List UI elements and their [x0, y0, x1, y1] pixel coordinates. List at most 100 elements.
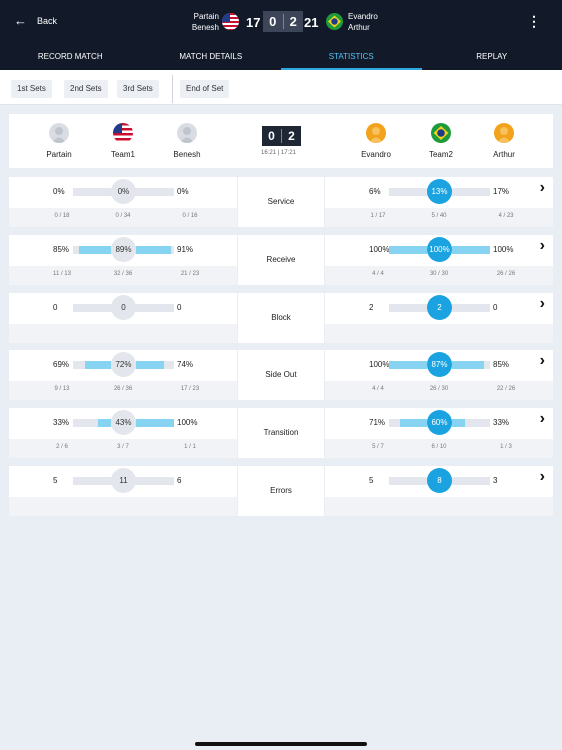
player2-fraction: 21 / 23 — [180, 271, 200, 277]
team-card-team2[interactable]: Team2 — [411, 114, 471, 159]
player2-value: 91% — [177, 245, 194, 254]
summary-set-score: 0 2 — [262, 126, 301, 146]
player-card-partain[interactable]: Partain — [29, 114, 89, 159]
team2-player-1: Evandro — [348, 12, 378, 21]
player1-bar — [389, 246, 427, 254]
player1-value: 100% — [369, 245, 390, 254]
team1-player-2: Benesh — [191, 23, 219, 32]
comparison-bar: 100% — [389, 237, 490, 262]
player1-fraction: 1 / 17 — [370, 213, 386, 219]
player2-value: 0 — [493, 303, 498, 312]
tab-record-match[interactable]: RECORD MATCH — [0, 45, 141, 70]
t1-stats: 33% 43% 100% 2 / 6 3 / 7 1 / 1 — [9, 408, 237, 458]
back-button[interactable]: ← Back — [14, 14, 57, 27]
person-avatar-icon — [177, 123, 197, 143]
filter-3rd-sets[interactable]: 3rd Sets — [117, 80, 159, 98]
player2-value: 6 — [177, 476, 182, 485]
player2-bar — [136, 361, 164, 369]
stat-row-receive[interactable]: 85% 89% 91% 11 / 13 32 / 36 21 / 23 Receive 100… — [9, 235, 553, 285]
tab-replay[interactable]: REPLAY — [422, 45, 562, 70]
stat-label: Receive — [238, 235, 324, 285]
stat-row-errors[interactable]: 5 11 6 Errors 5 8 3 › — [9, 466, 553, 516]
team-value: 72% — [111, 352, 136, 377]
player1-bar — [85, 361, 111, 369]
fraction-row — [325, 497, 553, 516]
player2-value: 100% — [493, 245, 514, 254]
t2-stats: 100% 100% 100% 4 / 4 30 / 30 26 / 26 › — [325, 235, 553, 285]
set-filter-bar: 1st Sets 2nd Sets 3rd Sets End of Set — [0, 70, 562, 105]
player2-fraction: 0 / 16 — [182, 213, 198, 219]
t1-stats: 0 0 0 — [9, 293, 237, 343]
stat-row-block[interactable]: 0 0 0 Block 2 2 0 › — [9, 293, 553, 343]
team-value: 0% — [111, 179, 136, 204]
team-fraction: 26 / 30 — [429, 386, 449, 392]
chevron-right-icon[interactable]: › — [540, 179, 545, 197]
player1-fraction: 5 / 7 — [372, 444, 384, 450]
filter-2nd-sets[interactable]: 2nd Sets — [64, 80, 108, 98]
fraction-row — [9, 324, 237, 343]
chevron-right-icon[interactable]: › — [540, 410, 545, 428]
comparison-bar: 43% — [73, 410, 174, 435]
usa-flag-icon — [222, 13, 239, 30]
team-fraction: 32 / 36 — [113, 271, 133, 277]
stat-row-transition[interactable]: 33% 43% 100% 2 / 6 3 / 7 1 / 1 Transition 71% 60… — [9, 408, 553, 458]
player2-fraction: 22 / 26 — [496, 386, 516, 392]
team-value: 89% — [111, 237, 136, 262]
t2-stats: 2 2 0 › — [325, 293, 553, 343]
brazil-flag-icon — [431, 123, 451, 143]
team-card-team1[interactable]: Team1 — [93, 114, 153, 159]
tab-match-details[interactable]: MATCH DETAILS — [141, 45, 282, 70]
player2-fraction: 4 / 23 — [498, 213, 514, 219]
chevron-right-icon[interactable]: › — [540, 237, 545, 255]
chevron-right-icon[interactable]: › — [540, 295, 545, 313]
team-fraction: 30 / 30 — [429, 271, 449, 277]
filter-end-of-set[interactable]: End of Set — [180, 80, 230, 98]
more-options-icon[interactable]: ⋮ — [527, 14, 541, 28]
player-card-arthur[interactable]: Arthur — [474, 114, 534, 159]
fraction-row — [325, 324, 553, 343]
team-fraction: 3 / 7 — [117, 444, 129, 450]
team-value: 11 — [111, 468, 136, 493]
comparison-bar: 87% — [389, 352, 490, 377]
player1-bar — [400, 419, 427, 427]
stat-label: Side Out — [238, 350, 324, 400]
player1-value: 71% — [369, 418, 386, 427]
player-name: Evandro — [361, 150, 391, 159]
player2-value: 3 — [493, 476, 498, 485]
team1-player-1: Partain — [193, 12, 219, 21]
player1-bar — [98, 419, 111, 427]
chevron-right-icon[interactable]: › — [540, 468, 545, 486]
stat-row-side-out[interactable]: 69% 72% 74% 9 / 13 26 / 36 17 / 23 Side Out 100… — [9, 350, 553, 400]
team1-sets: 0 — [269, 14, 277, 29]
usa-flag-icon — [113, 123, 133, 143]
player-card-evandro[interactable]: Evandro — [346, 114, 406, 159]
player2-value: 85% — [493, 360, 510, 369]
player-card-benesh[interactable]: Benesh — [157, 114, 217, 159]
player1-value: 100% — [369, 360, 390, 369]
filter-1st-sets[interactable]: 1st Sets — [11, 80, 52, 98]
player-name: Partain — [46, 150, 72, 159]
player1-value: 5 — [369, 476, 374, 485]
stat-row-service[interactable]: 0% 0% 0% 0 / 18 0 / 34 0 / 16 Service 6% 13% 17% 1… — [9, 177, 553, 227]
team2-score: 21 — [304, 15, 319, 30]
set-times: 16:21 | 17:21 — [261, 150, 296, 156]
team-fraction: 6 / 10 — [431, 444, 447, 450]
set-score-box: 0 2 — [263, 11, 303, 32]
comparison-bar: 2 — [389, 295, 490, 320]
player1-fraction: 9 / 13 — [54, 386, 70, 392]
chevron-right-icon[interactable]: › — [540, 352, 545, 370]
team-value: 13% — [427, 179, 452, 204]
tab-statistics[interactable]: STATISTICS — [281, 45, 422, 70]
stat-label: Transition — [238, 408, 324, 458]
player2-bar — [452, 246, 490, 254]
player2-value: 74% — [177, 360, 194, 369]
player2-bar — [452, 419, 465, 427]
team-value: 0 — [111, 295, 136, 320]
player2-bar — [136, 419, 174, 427]
team-name: Team2 — [428, 150, 453, 159]
team1-score: 17 — [246, 15, 261, 30]
person-avatar-icon — [366, 123, 386, 143]
comparison-bar: 0 — [73, 295, 174, 320]
player2-fraction: 1 / 3 — [500, 444, 512, 450]
team2-names: Evandro Arthur — [348, 11, 378, 33]
